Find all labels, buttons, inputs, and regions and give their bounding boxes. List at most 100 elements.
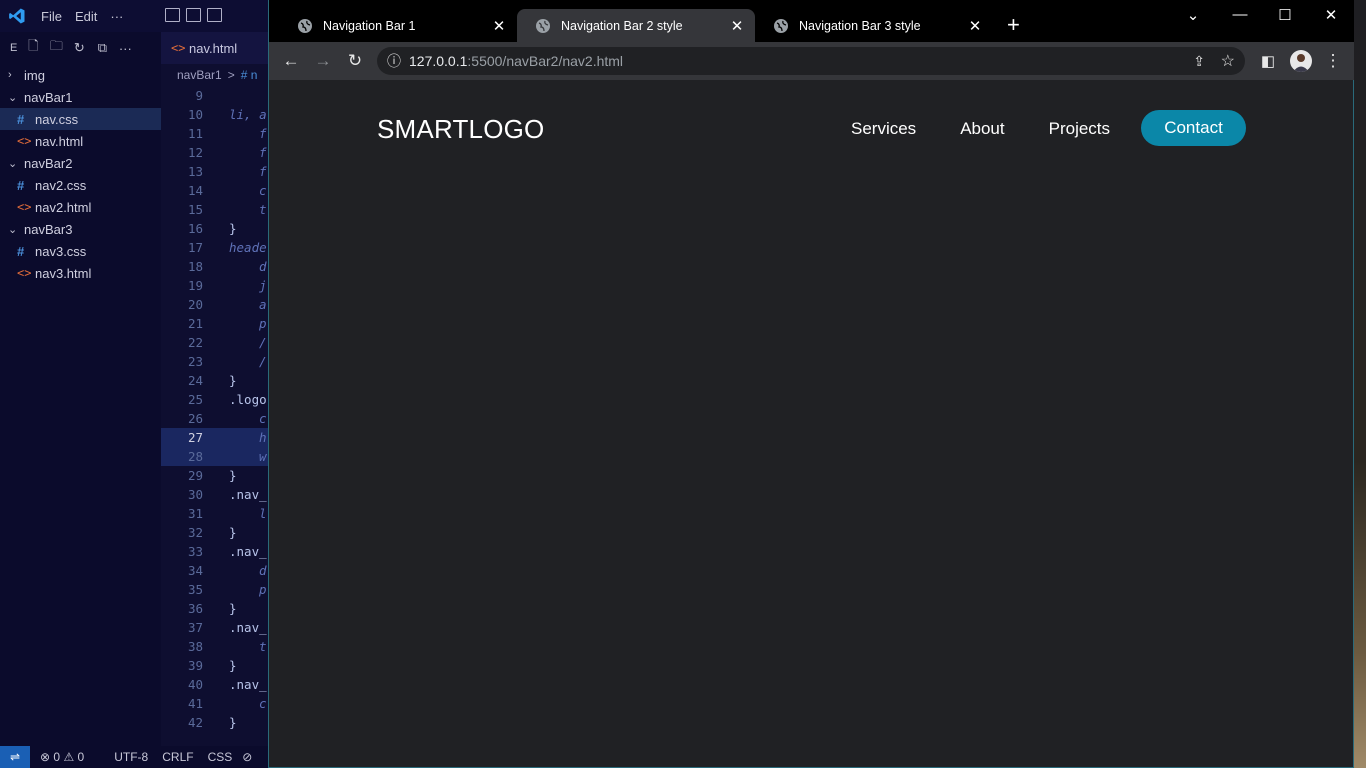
line-number: 30	[187, 487, 203, 502]
code-text: f	[259, 145, 267, 160]
warning-count: 0	[77, 750, 85, 764]
tree-file[interactable]: <> nav3.html	[0, 262, 161, 284]
code-text: p	[259, 316, 267, 331]
breadcrumb-folder[interactable]: navBar1	[177, 68, 222, 82]
new-tab-icon[interactable]: +	[1007, 14, 1020, 36]
code-text: /	[259, 335, 267, 350]
css-file-icon: #	[17, 111, 25, 127]
forward-icon[interactable]: →	[311, 50, 335, 72]
tree-file[interactable]: <> nav2.html	[0, 196, 161, 218]
minimize-icon[interactable]: —	[1230, 6, 1250, 23]
remote-icon[interactable]: ⇌	[0, 746, 30, 768]
browser-tab-1[interactable]: Navigation Bar 1 ✕	[279, 9, 517, 42]
no-formatter-icon[interactable]: ⊘	[242, 750, 252, 764]
toggle-panel-icon[interactable]	[186, 8, 201, 22]
html-file-icon: <>	[17, 200, 32, 214]
editor-tab-label: nav.html	[189, 40, 238, 56]
code-text: j	[259, 278, 267, 293]
code-line: 19 j	[161, 276, 268, 295]
menu-more[interactable]: ···	[110, 9, 123, 24]
eol-status[interactable]: CRLF	[162, 750, 193, 764]
code-text: li, a	[229, 107, 267, 122]
tree-item-label: navBar1	[24, 89, 73, 105]
code-text: t	[259, 639, 267, 654]
tree-file[interactable]: # nav2.css	[0, 174, 161, 196]
line-number: 25	[187, 392, 203, 407]
code-line: 39}	[161, 656, 268, 675]
close-tab-icon[interactable]: ✕	[967, 17, 983, 35]
menu-file[interactable]: File	[41, 9, 62, 24]
refresh-icon[interactable]: ↻	[72, 40, 86, 55]
close-tab-icon[interactable]: ✕	[729, 17, 745, 35]
nav-link-projects[interactable]: Projects	[1049, 119, 1110, 139]
nav-link-services[interactable]: Services	[851, 119, 916, 139]
line-number: 37	[187, 620, 203, 635]
site-info-icon[interactable]: ⓘ	[387, 51, 401, 71]
toggle-secondary-sidebar-icon[interactable]	[207, 8, 222, 22]
tree-item-label: nav2.html	[35, 199, 92, 215]
nav-link-about[interactable]: About	[960, 119, 1004, 139]
tree-folder[interactable]: ⌄ navBar3	[0, 218, 161, 240]
browser-tab-2[interactable]: Navigation Bar 2 style ✕	[517, 9, 755, 42]
language-status[interactable]: CSS	[208, 750, 233, 764]
code-text: }	[229, 601, 237, 616]
back-icon[interactable]: ←	[279, 50, 303, 72]
contact-button[interactable]: Contact	[1141, 110, 1246, 146]
file-tree: › img ⌄ navBar1 # nav.css <> nav.html ⌄ navBar2 # n…	[0, 64, 161, 284]
error-count: 0	[53, 750, 61, 764]
breadcrumb-file[interactable]: # n	[241, 68, 258, 82]
bookmark-star-icon[interactable]: ☆	[1221, 51, 1235, 71]
browser-tab-3[interactable]: Navigation Bar 3 style ✕	[755, 9, 993, 42]
reload-icon[interactable]: ↻	[343, 50, 367, 72]
close-window-icon[interactable]: ✕	[1321, 6, 1341, 24]
code-line: 42}	[161, 713, 268, 732]
line-number: 16	[187, 221, 203, 236]
breadcrumb-separator: >	[227, 68, 235, 82]
code-text: d	[259, 259, 267, 274]
more-actions-icon[interactable]: ···	[118, 41, 132, 56]
vscode-titlebar: File Edit ···	[0, 0, 268, 32]
code-area[interactable]: 9 10 li, a 11 f 12 f 13 f 14 c 15 t 16} 17 heade 18 d 19 j 2…	[161, 86, 268, 732]
tree-file[interactable]: # nav3.css	[0, 240, 161, 262]
side-panel-icon[interactable]: ◧	[1256, 50, 1280, 72]
site-logo[interactable]: SMARTLOGO	[377, 114, 544, 145]
site-nav: Services About Projects	[851, 119, 1110, 139]
code-line: 11 f	[161, 124, 268, 143]
line-number: 40	[187, 677, 203, 692]
toggle-sidebar-icon[interactable]	[165, 8, 180, 22]
code-text: d	[259, 563, 267, 578]
tree-file[interactable]: # nav.css	[0, 108, 161, 130]
tree-item-label: nav.html	[35, 133, 84, 149]
code-text: }	[229, 468, 237, 483]
tab-search-chevron-icon[interactable]: ⌄	[1183, 6, 1203, 24]
new-folder-icon[interactable]: 🗀	[49, 38, 63, 55]
code-line: 14 c	[161, 181, 268, 200]
tree-file[interactable]: <> nav.html	[0, 130, 161, 152]
close-tab-icon[interactable]: ✕	[491, 17, 507, 35]
tree-folder[interactable]: ⌄ navBar2	[0, 152, 161, 174]
tree-folder[interactable]: ⌄ navBar1	[0, 86, 161, 108]
collapse-all-icon[interactable]: ⧉	[95, 40, 109, 55]
maximize-icon[interactable]: ☐	[1275, 6, 1295, 24]
code-line: 9	[161, 86, 268, 105]
tree-folder[interactable]: › img	[0, 64, 161, 86]
address-bar[interactable]: ⓘ 127.0.0.1:5500/navBar2/nav2.html ⇪ ☆	[377, 47, 1245, 75]
profile-avatar[interactable]	[1290, 50, 1312, 72]
line-number: 23	[187, 354, 203, 369]
browser-toolbar: ← → ↻ ⓘ 127.0.0.1:5500/navBar2/nav2.html…	[269, 42, 1355, 80]
encoding-status[interactable]: UTF-8	[114, 750, 148, 764]
code-text: }	[229, 373, 237, 388]
editor-tab[interactable]: <> nav.html	[161, 32, 268, 64]
html-file-icon: <>	[17, 134, 32, 148]
problems-indicator[interactable]: ⊗ 0 ⚠ 0	[40, 750, 84, 764]
share-icon[interactable]: ⇪	[1193, 53, 1205, 70]
menu-kebab-icon[interactable]: ⋮	[1321, 50, 1345, 72]
code-text: w	[259, 449, 267, 464]
new-file-icon[interactable]: 🗋	[26, 38, 40, 55]
code-line: 18 d	[161, 257, 268, 276]
line-number: 42	[187, 715, 203, 730]
code-line: 29}	[161, 466, 268, 485]
page-content: SMARTLOGO Services About Projects Contac…	[269, 80, 1353, 767]
menu-edit[interactable]: Edit	[75, 9, 97, 24]
desktop-background	[1354, 0, 1366, 768]
